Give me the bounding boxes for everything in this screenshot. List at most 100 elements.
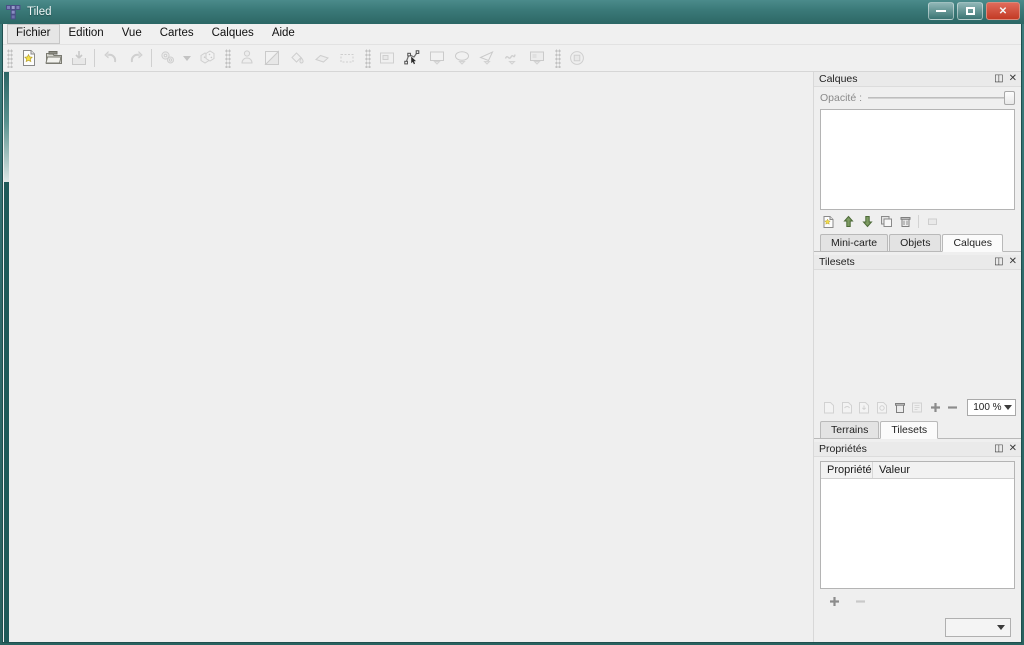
rectangle-select-button	[334, 46, 359, 70]
client-area: Fichier Edition Vue Cartes Calques Aide	[2, 24, 1022, 643]
embed-tileset-button	[839, 400, 855, 415]
tab-calques[interactable]: Calques	[942, 234, 1003, 252]
properties-button-row	[814, 589, 1021, 609]
tab-mini-carte[interactable]: Mini-carte	[820, 234, 889, 251]
properties-table[interactable]: Propriété Valeur	[820, 461, 1015, 589]
stamp-brush-button	[234, 46, 259, 70]
delete-layer-button[interactable]	[897, 214, 913, 229]
terrain-brush-button	[259, 46, 284, 70]
close-icon[interactable]: ✕	[1009, 74, 1017, 84]
tab-tilesets[interactable]: Tilesets	[880, 421, 939, 439]
column-header-propriete[interactable]: Propriété	[821, 462, 873, 478]
tiled-logo-icon	[6, 4, 21, 20]
tilesets-dock-titlebar: Tilesets ◫ ✕	[814, 255, 1021, 270]
minimize-button[interactable]	[928, 2, 954, 20]
menu-bar: Fichier Edition Vue Cartes Calques Aide	[3, 24, 1021, 45]
insert-polygon-button	[474, 46, 499, 70]
properties-table-header: Propriété Valeur	[821, 462, 1014, 479]
chevron-down-icon	[997, 625, 1005, 630]
menu-aide[interactable]: Aide	[263, 24, 304, 44]
remove-tileset-button[interactable]	[892, 400, 908, 415]
canvas-edge-shadow	[4, 182, 9, 642]
close-icon[interactable]: ✕	[1009, 444, 1017, 454]
opacity-row: Opacité :	[814, 87, 1021, 108]
toolbar-grip[interactable]	[7, 48, 13, 68]
move-layer-up-button[interactable]	[840, 214, 856, 229]
new-layer-button[interactable]	[821, 214, 837, 229]
window-controls: ✕	[928, 2, 1020, 20]
layers-dock-title: Calques	[819, 73, 858, 85]
tilesets-view[interactable]	[814, 270, 1021, 396]
toolbar-separator	[94, 49, 95, 67]
layers-list[interactable]	[820, 109, 1015, 210]
map-properties-dropdown	[180, 46, 194, 70]
tileset-zoom-value: 100 %	[973, 402, 1002, 413]
zoom-out-button[interactable]	[945, 400, 961, 415]
main-area: Calques ◫ ✕ Opacité : Mini-carte Objets …	[3, 72, 1021, 642]
layers-dock-titlebar: Calques ◫ ✕	[814, 72, 1021, 87]
layer-properties-button	[924, 214, 940, 229]
remove-property-button	[852, 594, 868, 609]
properties-panel: Propriété Valeur	[814, 457, 1021, 609]
maximize-button[interactable]	[957, 2, 983, 20]
map-canvas-area[interactable]	[3, 72, 813, 642]
open-map-button[interactable]	[41, 46, 66, 70]
close-button[interactable]: ✕	[986, 2, 1020, 20]
properties-dock-titlebar: Propriétés ◫ ✕	[814, 442, 1021, 457]
tab-objets[interactable]: Objets	[889, 234, 942, 251]
tab-terrains[interactable]: Terrains	[820, 421, 880, 438]
menu-edition[interactable]: Edition	[60, 24, 113, 44]
button-separator	[918, 215, 919, 228]
menu-cartes[interactable]: Cartes	[151, 24, 203, 44]
layers-button-row	[814, 210, 1021, 231]
tileset-properties-button	[910, 400, 926, 415]
toolbar-grip[interactable]	[555, 48, 561, 68]
layers-dock-tabstrip: Mini-carte Objets Calques	[814, 234, 1021, 252]
chevron-down-icon	[1004, 405, 1013, 410]
edit-tileset-button	[874, 400, 890, 415]
tilesets-button-row: 100 %	[814, 396, 1021, 418]
dock-bottom-row	[814, 609, 1021, 642]
application-window: Tiled ✕ Fichier Edition Vue Cartes Calqu…	[0, 0, 1024, 645]
undock-icon[interactable]: ◫	[994, 257, 1003, 267]
opacity-slider[interactable]	[868, 91, 1015, 105]
map-canvas[interactable]	[11, 72, 813, 642]
toolbar-separator	[151, 49, 152, 67]
opacity-slider-handle[interactable]	[1004, 91, 1015, 105]
automap-button	[564, 46, 589, 70]
redo-button	[123, 46, 148, 70]
insert-ellipse-button	[449, 46, 474, 70]
title-bar: Tiled ✕	[0, 0, 1024, 24]
menu-fichier[interactable]: Fichier	[7, 24, 60, 44]
new-map-button[interactable]	[16, 46, 41, 70]
paint-bucket-button	[284, 46, 309, 70]
move-layer-down-button[interactable]	[859, 214, 875, 229]
canvas-left-edge	[3, 72, 11, 642]
opacity-slider-track	[868, 97, 1015, 99]
window-title: Tiled	[27, 6, 52, 18]
edit-polygons-button[interactable]	[399, 46, 424, 70]
undock-icon[interactable]: ◫	[994, 444, 1003, 454]
export-tileset-button	[856, 400, 872, 415]
tileset-zoom-combo[interactable]: 100 %	[966, 399, 1017, 416]
toolbar-grip[interactable]	[365, 48, 371, 68]
close-icon[interactable]: ✕	[1009, 257, 1017, 267]
add-property-button[interactable]	[826, 594, 842, 609]
random-mode-button	[194, 46, 219, 70]
column-header-valeur[interactable]: Valeur	[873, 462, 916, 478]
zoom-in-button[interactable]	[927, 400, 943, 415]
properties-dock-title: Propriétés	[819, 443, 867, 455]
object-type-combo[interactable]	[945, 618, 1011, 637]
menu-calques[interactable]: Calques	[203, 24, 263, 44]
select-objects-button	[374, 46, 399, 70]
save-map-button	[66, 46, 91, 70]
right-dock: Calques ◫ ✕ Opacité : Mini-carte Objets …	[813, 72, 1021, 642]
insert-polyline-button	[499, 46, 524, 70]
eraser-button	[309, 46, 334, 70]
undock-icon[interactable]: ◫	[994, 74, 1003, 84]
new-tileset-button	[821, 400, 837, 415]
toolbar-grip[interactable]	[225, 48, 231, 68]
tilesets-dock-title: Tilesets	[819, 256, 855, 268]
menu-vue[interactable]: Vue	[113, 24, 151, 44]
duplicate-layer-button[interactable]	[878, 214, 894, 229]
